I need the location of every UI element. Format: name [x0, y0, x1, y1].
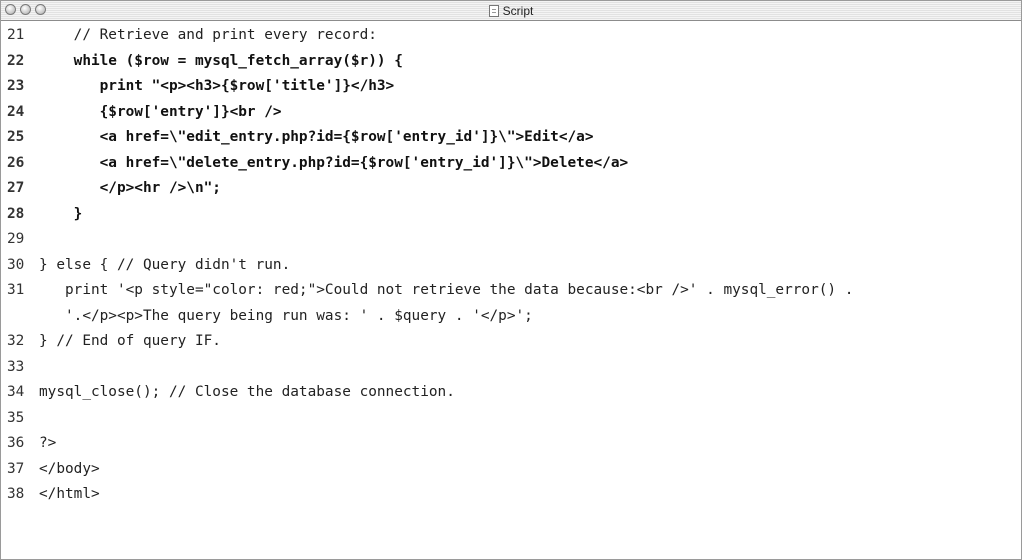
line-text: </p><hr />\n";: [39, 180, 221, 196]
line-text: } else { // Query didn't run.: [39, 256, 291, 273]
code-line: 24 {$row['entry']}<br />: [1, 100, 1021, 126]
code-line: 22 while ($row = mysql_fetch_array($r)) …: [1, 49, 1021, 75]
line-number: 32: [7, 333, 25, 349]
line-number: 36: [7, 435, 25, 451]
line-number: 25: [7, 129, 25, 145]
line-number: 35: [7, 409, 25, 426]
line-text: mysql_close(); // Close the database con…: [39, 384, 455, 400]
editor-window: Script 21 // Retrieve and print every re…: [0, 0, 1022, 560]
line-text: <a href=\"edit_entry.php?id={$row['entry…: [39, 129, 594, 145]
code-line: 33: [1, 355, 1021, 381]
line-number: 31: [7, 282, 25, 298]
line-number: 22: [7, 52, 25, 69]
code-line: 31 print '<p style="color: red;">Could n…: [1, 278, 1021, 304]
line-text: print '<p style="color: red;">Could not …: [39, 282, 854, 298]
line-continuation: '.</p><p>The query being run was: ' . $q…: [39, 307, 533, 324]
code-line: 23 print "<p><h3>{$row['title']}</h3>: [1, 74, 1021, 100]
line-number: 24: [7, 103, 25, 120]
line-text: <a href=\"delete_entry.php?id={$row['ent…: [39, 154, 629, 171]
window-title-area: Script: [1, 1, 1021, 20]
line-number: 37: [7, 460, 25, 477]
code-line: 26 <a href=\"delete_entry.php?id={$row['…: [1, 151, 1021, 177]
code-line: 37 </body>: [1, 457, 1021, 483]
code-line: 30 } else { // Query didn't run.: [1, 253, 1021, 279]
line-number: 30: [7, 256, 25, 273]
code-line: 32 } // End of query IF.: [1, 329, 1021, 355]
code-line: 36 ?>: [1, 431, 1021, 457]
line-text: </body>: [39, 460, 100, 477]
line-number: 27: [7, 180, 25, 196]
line-text: [39, 406, 1021, 432]
title-bar[interactable]: Script: [1, 1, 1021, 21]
code-line: 21 // Retrieve and print every record:: [1, 23, 1021, 49]
line-text: ?>: [39, 435, 57, 451]
code-area[interactable]: 21 // Retrieve and print every record: 22…: [1, 21, 1021, 559]
line-number: 28: [7, 205, 25, 222]
line-number: 29: [7, 231, 25, 247]
line-text: while ($row = mysql_fetch_array($r)) {: [39, 52, 403, 69]
code-line: 29: [1, 227, 1021, 253]
line-number: 21: [7, 27, 25, 43]
line-number: 38: [7, 486, 25, 502]
code-line: 25 <a href=\"edit_entry.php?id={$row['en…: [1, 125, 1021, 151]
line-number: 23: [7, 78, 25, 94]
code-line: 27 </p><hr />\n";: [1, 176, 1021, 202]
line-number: 34: [7, 384, 25, 400]
code-line: 34 mysql_close(); // Close the database c…: [1, 380, 1021, 406]
line-text: // Retrieve and print every record:: [39, 27, 377, 43]
line-number: 26: [7, 154, 25, 171]
window-title: Script: [502, 3, 534, 18]
line-number: 33: [7, 358, 25, 375]
code-line: 28 }: [1, 202, 1021, 228]
code-line: 38 </html>: [1, 482, 1021, 508]
document-icon: [488, 4, 499, 17]
line-text: {$row['entry']}<br />: [39, 103, 282, 120]
line-text: print "<p><h3>{$row['title']}</h3>: [39, 78, 395, 94]
code-line: 35: [1, 406, 1021, 432]
line-text: }: [39, 205, 83, 222]
line-text: [39, 227, 1021, 253]
line-text: </html>: [39, 486, 100, 502]
line-text: [39, 355, 1021, 381]
line-text: } // End of query IF.: [39, 333, 221, 349]
